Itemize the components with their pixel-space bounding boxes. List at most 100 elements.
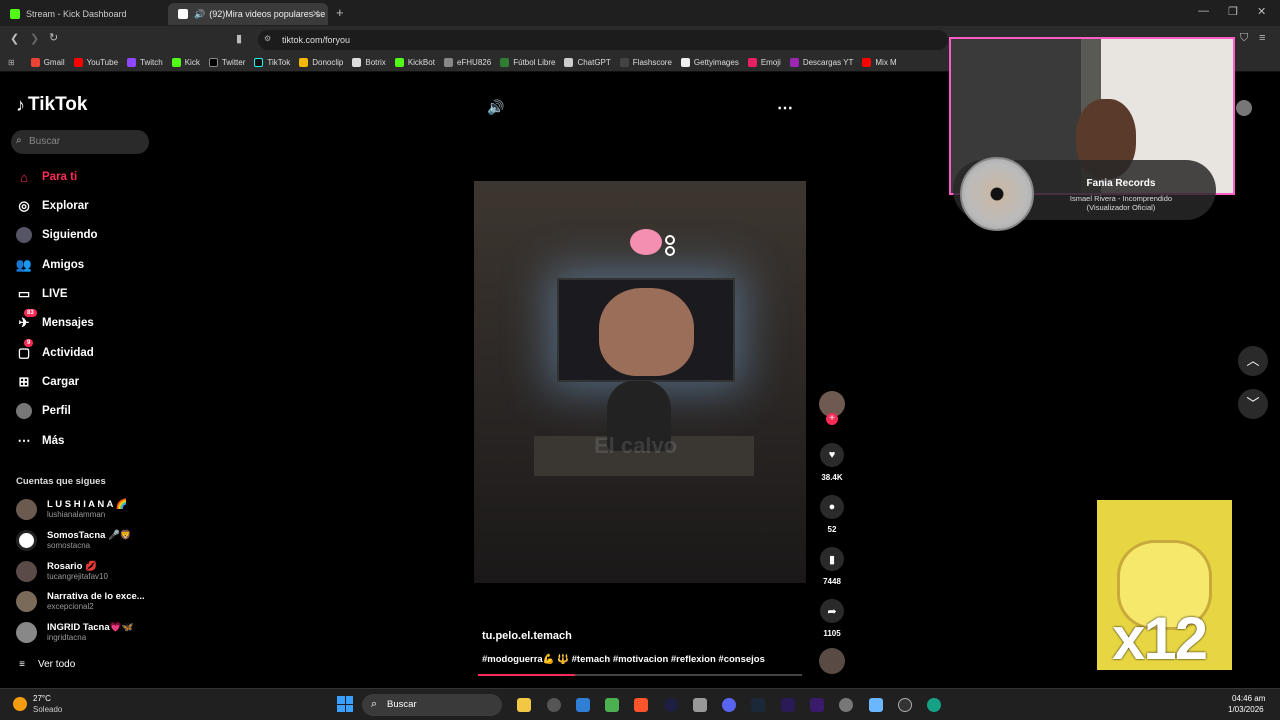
play-icon[interactable]: [898, 698, 912, 712]
discord-icon[interactable]: [722, 698, 736, 712]
obs-icon[interactable]: [547, 698, 561, 712]
bookmark-botrix[interactable]: Botrix: [352, 58, 386, 67]
nav-amigos[interactable]: 👥 Amigos: [16, 257, 84, 273]
close-window-button[interactable]: ✕: [1257, 5, 1266, 18]
shield-icon[interactable]: ⛉: [1240, 32, 1248, 45]
like-button[interactable]: ♥ 38.4K: [820, 443, 844, 482]
url-input[interactable]: ⚙ tiktok.com/foryou: [258, 30, 948, 50]
video-player[interactable]: El calvo: [474, 181, 806, 583]
nav-label: Explorar: [42, 200, 89, 212]
settings-icon[interactable]: [839, 698, 853, 712]
brave-icon[interactable]: [634, 698, 648, 712]
bookmark-emoji[interactable]: Emoji: [747, 58, 781, 67]
activity-icon: ▢ 9: [16, 339, 34, 361]
compass-icon: ◎: [18, 198, 30, 213]
author-avatar-button[interactable]: +: [819, 391, 845, 425]
bookmark-label: Twitch: [140, 58, 163, 67]
bookmark-descargas-yt[interactable]: Descargas YT: [789, 58, 853, 67]
music-disc-button[interactable]: [819, 648, 845, 674]
nav-siguiendo[interactable]: Siguiendo: [16, 227, 98, 243]
taskbar-search-label: Buscar: [387, 699, 417, 710]
nav-cargar[interactable]: ⊞ Cargar: [16, 374, 80, 390]
previous-video-button[interactable]: ︿: [1238, 346, 1268, 376]
tiktok-logo[interactable]: ♪ TikTok: [16, 94, 87, 116]
nav-label: Amigos: [42, 259, 85, 271]
nav-mas[interactable]: ⋯ Más: [16, 433, 65, 449]
bookmark-gmail[interactable]: Gmail: [30, 58, 65, 67]
follow-plus-icon[interactable]: +: [826, 413, 838, 425]
calculator-icon[interactable]: [693, 698, 707, 712]
volume-icon[interactable]: 🔊: [487, 99, 504, 116]
minimize-button[interactable]: —: [1198, 5, 1209, 17]
site-info-icon[interactable]: ⚙: [264, 34, 271, 43]
account-lushiana[interactable]: L U S H I A N A 🌈 lushianalamman: [16, 499, 127, 520]
bookmark-futbol-libre[interactable]: Fútbol Libre: [500, 58, 555, 67]
nav-mensajes[interactable]: ✈ 83 Mensajes: [16, 309, 94, 331]
comment-count: 52: [827, 525, 837, 534]
messages-badge: 83: [24, 309, 37, 317]
photoshop-icon[interactable]: [781, 698, 795, 712]
nav-perfil[interactable]: Perfil: [16, 403, 71, 419]
bookmark-efhu826[interactable]: eFHU826: [443, 58, 491, 67]
nav-live[interactable]: ▭ LIVE: [16, 286, 68, 302]
close-icon[interactable]: ✕: [312, 9, 320, 20]
bookmark-mix[interactable]: Mix M: [862, 58, 897, 67]
bookmark-icon[interactable]: ▮: [236, 32, 242, 45]
bookmark-tiktok[interactable]: TikTok: [254, 58, 290, 67]
weather-icon: [13, 697, 27, 711]
nav-para-ti[interactable]: ⌂ Para ti: [16, 169, 77, 185]
nav-label: LIVE: [42, 288, 68, 300]
menu-icon[interactable]: ≡: [1259, 32, 1265, 44]
premiere-icon[interactable]: [810, 698, 824, 712]
bookmark-donoclip[interactable]: Donoclip: [299, 58, 343, 67]
edge-icon[interactable]: [927, 698, 941, 712]
video-author[interactable]: tu.pelo.el.temach: [482, 630, 572, 642]
more-options-icon[interactable]: ⋯: [777, 98, 793, 118]
account-narrativa[interactable]: Narrativa de lo exce... excepcional2: [16, 591, 145, 612]
restore-button[interactable]: ❐: [1228, 5, 1238, 18]
see-all-link[interactable]: ≡ Ver todo: [16, 656, 75, 672]
bookmark-twitch[interactable]: Twitch: [127, 58, 163, 67]
nav-explorar[interactable]: ◎ Explorar: [16, 198, 89, 214]
bookmark-flashscore[interactable]: Flashscore: [619, 58, 672, 67]
windows-start-icon[interactable]: [337, 696, 353, 712]
forward-icon[interactable]: ❯: [30, 32, 39, 45]
bookmark-gettyimages[interactable]: Gettyimages: [680, 58, 739, 67]
app-icon[interactable]: [605, 698, 619, 712]
tab-kick-dashboard[interactable]: Stream - Kick Dashboard: [0, 3, 165, 25]
share-icon: ➦: [820, 599, 844, 623]
file-explorer-icon[interactable]: [517, 698, 531, 712]
back-icon[interactable]: ❮: [10, 32, 19, 45]
next-video-button[interactable]: ﹀: [1238, 389, 1268, 419]
bookmark-kickbot[interactable]: KickBot: [394, 58, 435, 67]
user-avatar[interactable]: [1236, 100, 1252, 116]
notepad-icon[interactable]: [869, 698, 883, 712]
video-progress-track[interactable]: [478, 674, 802, 676]
bookmark-youtube[interactable]: YouTube: [73, 58, 118, 67]
tab-tiktok[interactable]: 🔊 (92)Mira videos populares se ✕: [168, 3, 328, 25]
nav-actividad[interactable]: ▢ 9 Actividad: [16, 339, 94, 361]
share-button[interactable]: ➦ 1105: [820, 599, 844, 638]
avatar: [16, 530, 37, 551]
comment-button[interactable]: ● 52: [820, 495, 844, 534]
apps-icon[interactable]: ⊞: [8, 58, 15, 67]
save-button[interactable]: ▮ 7448: [820, 547, 844, 586]
music-subtitle: Ismael Rivera - Incomprendido: [1069, 194, 1173, 203]
see-all-label: Ver todo: [38, 658, 76, 670]
taskbar-search[interactable]: ⌕ Buscar: [362, 694, 502, 716]
account-rosario[interactable]: Rosario 💋 tucangrejitafav10: [16, 561, 108, 582]
app-icon[interactable]: [576, 698, 590, 712]
account-somostacna[interactable]: SomosTacna 🎤🦁 somostacna: [16, 530, 132, 551]
steam-icon[interactable]: [751, 698, 765, 712]
account-ingrid[interactable]: INGRID Tacna💗🦋 ingridtacna: [16, 622, 133, 643]
media-player-icon[interactable]: [664, 698, 678, 712]
reload-icon[interactable]: ↻: [49, 31, 58, 44]
bookmark-chatgpt[interactable]: ChatGPT: [564, 58, 611, 67]
new-tab-button[interactable]: +: [336, 5, 344, 20]
nav-label: Cargar: [42, 376, 80, 388]
efhu-icon: [443, 58, 453, 67]
bookmark-kick[interactable]: Kick: [171, 58, 200, 67]
search-input[interactable]: ⌕ Buscar: [11, 130, 149, 154]
account-handle: ingridtacna: [47, 633, 87, 642]
bookmark-twitter[interactable]: Twitter: [208, 58, 245, 67]
